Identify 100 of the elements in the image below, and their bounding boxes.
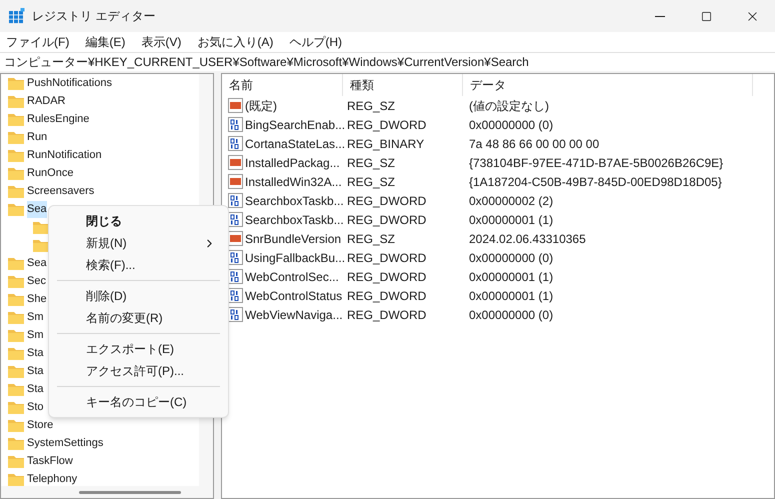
tree-item[interactable]: Telephony — [27, 470, 78, 486]
menu-item[interactable]: お気に入り(A) — [197, 33, 274, 51]
tree-item[interactable]: Sm — [27, 326, 44, 344]
table-cell-text: UsingFallbackBu... — [245, 250, 346, 266]
context-menu-item[interactable]: エクスポート(E) — [49, 338, 228, 360]
context-menu-item[interactable]: 閉じる — [49, 210, 228, 232]
string-value-icon — [228, 155, 243, 170]
table-cell: (値の設定なし) — [469, 98, 549, 112]
table-cell-text: BingSearchEnab... — [245, 116, 346, 134]
table-cell-text: WebControlSec... — [245, 268, 339, 286]
tree-item[interactable]: Sea — [27, 200, 47, 218]
table-cell-text: SearchboxTaskb... — [245, 192, 344, 210]
folder-icon — [7, 364, 25, 378]
context-menu-item[interactable]: 削除(D) — [49, 285, 228, 307]
column-header[interactable]: 名前 — [222, 74, 343, 96]
folder-icon — [32, 220, 50, 234]
table-cell-text: (既定) — [245, 98, 277, 114]
tree-item[interactable]: She — [27, 290, 47, 308]
folder-icon — [7, 130, 25, 144]
menu-item[interactable]: ヘルプ(H) — [289, 33, 342, 51]
table-cell-text: SnrBundleVersion — [245, 230, 342, 248]
table-cell: REG_SZ — [347, 98, 396, 112]
table-cell: 0x00000001 (1) — [469, 270, 554, 284]
table-cell: 0x00000001 (1) — [469, 288, 554, 302]
folder-icon — [7, 292, 25, 306]
tree-item[interactable]: TaskFlow — [27, 452, 73, 470]
tree-item[interactable]: Sta — [27, 344, 44, 362]
table-cell: REG_DWORD — [347, 194, 426, 208]
window-title: レジストリ エディター — [32, 8, 156, 25]
table-cell-text: InstalledWin32A... — [245, 174, 342, 190]
folder-icon — [7, 328, 25, 342]
table-cell: REG_SZ — [347, 174, 396, 188]
tree-item[interactable]: RADAR — [27, 92, 66, 110]
table-cell: REG_SZ — [347, 156, 396, 170]
folder-icon — [7, 112, 25, 126]
folder-icon — [7, 346, 25, 360]
folder-icon — [32, 238, 50, 252]
folder-icon — [7, 418, 25, 432]
folder-icon — [7, 436, 25, 450]
table-cell-text: InstalledPackag... — [245, 154, 340, 172]
context-menu-item[interactable]: キー名のコピー(C) — [49, 391, 228, 413]
table-cell: {738104BF-97EE-471D-B7AE-5B0026B26C9E} — [469, 156, 724, 170]
tree-item[interactable]: Screensavers — [27, 182, 94, 200]
column-header[interactable]: 種類 — [343, 74, 463, 96]
binary-value-icon — [228, 117, 243, 132]
folder-icon — [7, 202, 25, 216]
table-cell: REG_DWORD — [347, 212, 426, 226]
folder-icon — [7, 166, 25, 180]
context-menu-item[interactable]: 検索(F)... — [49, 254, 228, 276]
folder-icon — [7, 382, 25, 396]
menu-item[interactable]: ファイル(F) — [6, 33, 70, 51]
context-menu-item[interactable]: アクセス許可(P)... — [49, 360, 228, 382]
tree-item[interactable]: RunOnce — [27, 164, 74, 182]
table-cell-text: SearchboxTaskb... — [245, 212, 344, 228]
tree-item[interactable]: Sec — [27, 272, 46, 290]
horizontal-scrollbar[interactable] — [1, 486, 213, 498]
table-cell: REG_DWORD — [347, 270, 426, 284]
table-cell: 0x00000000 (0) — [469, 308, 554, 322]
table-cell: REG_SZ — [347, 232, 396, 246]
table-cell-text: WebControlStatus — [245, 288, 342, 304]
tree-item[interactable]: Store — [27, 416, 54, 434]
tree-item[interactable]: RunNotification — [27, 146, 102, 164]
table-cell: REG_DWORD — [347, 118, 426, 132]
table-cell: {1A187204-C50B-49B7-845D-00ED98D18D05} — [469, 174, 722, 188]
menu-item[interactable]: 表示(V) — [141, 33, 182, 51]
context-menu-item[interactable]: 名前の変更(R) — [49, 307, 228, 329]
folder-icon — [7, 472, 25, 486]
tree-item[interactable]: PushNotifications — [27, 74, 112, 92]
string-value-icon — [228, 174, 243, 189]
tree-item[interactable]: Sta — [27, 362, 44, 380]
tree-item[interactable]: Sto — [27, 398, 44, 416]
table-cell: 0x00000000 (0) — [469, 250, 554, 264]
folder-icon — [7, 310, 25, 324]
tree-item[interactable]: SystemSettings — [27, 434, 104, 452]
folder-icon — [7, 400, 25, 414]
registry-icon — [9, 8, 25, 24]
folder-icon — [7, 256, 25, 270]
tree-item[interactable]: RulesEngine — [27, 110, 90, 128]
folder-icon — [7, 94, 25, 108]
tree-item[interactable]: Sea — [27, 254, 47, 272]
tree-item[interactable]: Run — [27, 128, 48, 146]
table-cell-text: CortanaStateLas... — [245, 136, 346, 152]
table-cell: 7a 48 86 66 00 00 00 00 — [469, 136, 600, 150]
folder-icon — [7, 148, 25, 162]
binary-value-icon — [228, 136, 243, 151]
folder-icon — [7, 76, 25, 90]
table-cell: REG_DWORD — [347, 308, 426, 322]
table-cell: REG_DWORD — [347, 250, 426, 264]
table-cell: 2024.02.06.43310365 — [469, 232, 586, 246]
table-cell: 0x00000000 (0) — [469, 118, 554, 132]
table-cell-text: WebViewNaviga... — [245, 306, 343, 324]
folder-icon — [7, 454, 25, 468]
column-header[interactable]: データ — [463, 74, 753, 96]
table-cell: REG_BINARY — [347, 136, 424, 150]
tree-item[interactable]: Sta — [27, 380, 44, 398]
folder-icon — [7, 184, 25, 198]
tree-item[interactable]: Sm — [27, 308, 44, 326]
context-menu-item[interactable]: 新規(N) — [49, 232, 228, 254]
menu-item[interactable]: 編集(E) — [85, 33, 126, 51]
table-cell: REG_DWORD — [347, 288, 426, 302]
